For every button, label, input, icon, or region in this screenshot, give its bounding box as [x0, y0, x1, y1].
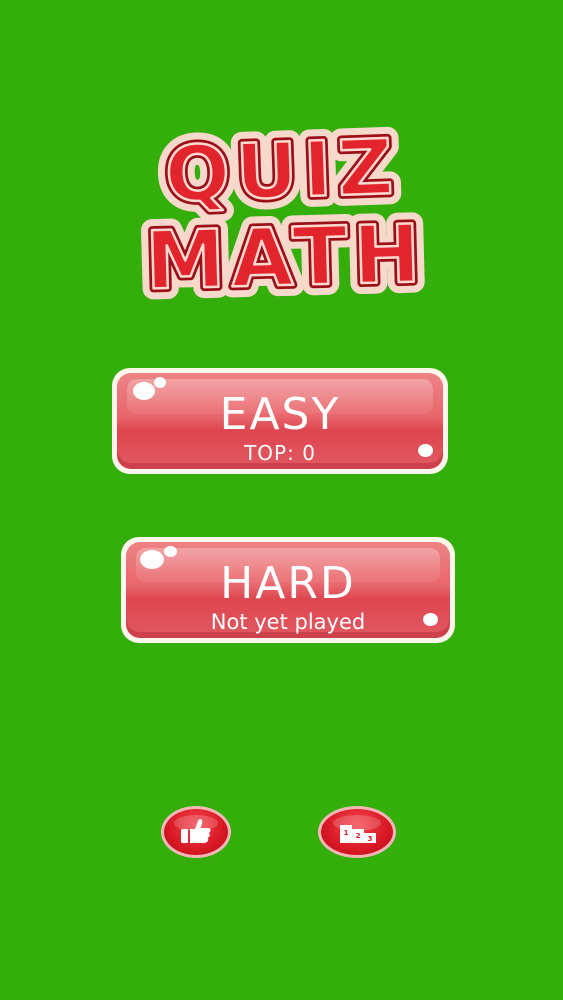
easy-button-label: EASY [219, 389, 341, 440]
bubble-decoration [154, 377, 166, 388]
logo-line-quiz: QUIZ [164, 122, 401, 219]
svg-text:3: 3 [368, 835, 373, 843]
game-logo: QUIZ QUIZ QUIZ MATH MATH MATH [0, 0, 563, 340]
like-button[interactable] [161, 806, 231, 858]
hard-top-score: Not yet played [210, 610, 366, 634]
hard-mode-button[interactable]: HARD Not yet played [121, 537, 455, 643]
hard-button-label: HARD [220, 558, 356, 609]
leaderboard-button[interactable]: 1 2 3 [318, 806, 396, 858]
podium-icon: 1 2 3 [333, 815, 381, 843]
easy-mode-button[interactable]: EASY TOP: 0 [112, 368, 448, 474]
svg-text:1: 1 [344, 829, 349, 837]
easy-button-face: EASY TOP: 0 [117, 373, 443, 469]
thumbs-up-icon [174, 815, 218, 843]
svg-text:2: 2 [356, 832, 361, 840]
logo-line-math: MATH [144, 207, 427, 307]
bubble-decoration [164, 546, 177, 557]
easy-top-score: TOP: 0 [244, 441, 316, 465]
hard-button-face: HARD Not yet played [126, 542, 450, 638]
game-screen: QUIZ QUIZ QUIZ MATH MATH MATH EASY TOP: … [0, 0, 563, 1000]
